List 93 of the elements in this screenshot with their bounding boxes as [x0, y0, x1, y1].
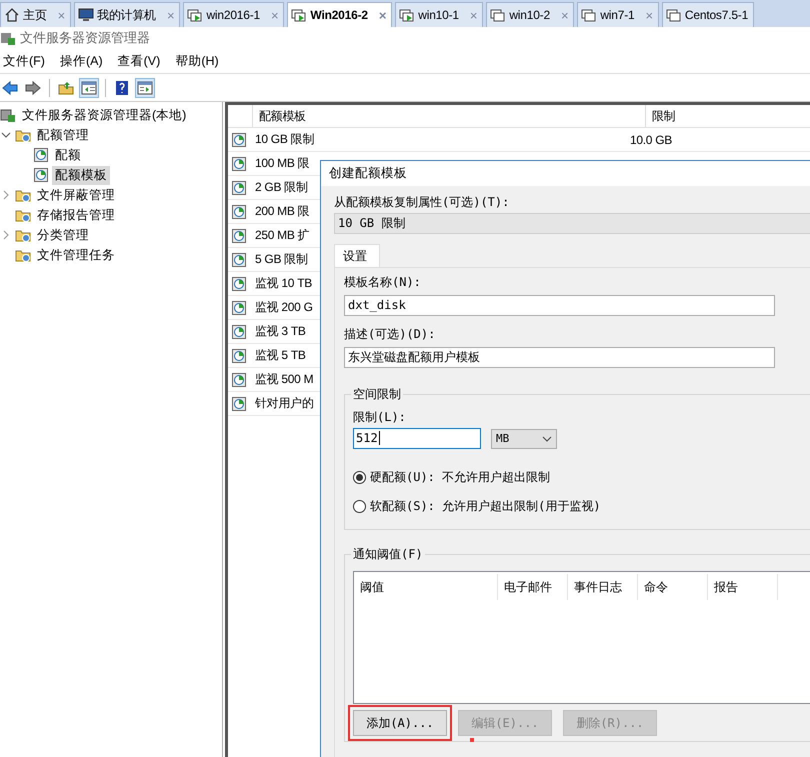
group-label: 空间限制 — [351, 386, 403, 403]
browser-tab[interactable]: win10-2 × — [486, 2, 574, 27]
browser-tab[interactable]: win2016-1 × — [183, 2, 284, 27]
tree-item[interactable]: 文件管理任务 — [34, 246, 118, 264]
radio-label: 软配额(S): 允许用户超出限制(用于监视) — [370, 498, 601, 515]
dialog-button[interactable]: 添加(A)... — [353, 710, 447, 736]
column-header[interactable]: 电子邮件 — [498, 574, 568, 600]
tree-item[interactable]: 配额管理 — [34, 126, 92, 144]
tree-item[interactable]: 分类管理 — [34, 226, 92, 244]
description-field[interactable]: 东兴堂磁盘配额用户模板 — [344, 347, 775, 368]
column-header[interactable]: 事件日志 — [568, 574, 638, 600]
help-icon — [114, 80, 130, 96]
quota-icon — [231, 156, 247, 172]
radio-label: 硬配额(U): 不允许用户超出限制 — [370, 469, 550, 486]
window-title: 文件服务器资源管理器 — [20, 29, 150, 47]
tree-item[interactable]: 配额模板 — [52, 166, 110, 184]
chevron-down-icon — [542, 434, 552, 442]
tree-item[interactable]: 存储报告管理 — [34, 206, 118, 224]
template-name: 100 MB 限 — [255, 155, 310, 172]
vm-play-icon — [187, 7, 204, 23]
browser-tab[interactable]: win7-1 × — [577, 2, 659, 27]
field-label: 描述(可选)(D): — [344, 326, 436, 343]
quota-icon — [231, 228, 247, 244]
template-name: 监视 10 TB — [255, 275, 312, 292]
browser-tab[interactable]: Centos7.5-1 — [662, 2, 754, 27]
field-label: 模板名称(N): — [344, 274, 422, 291]
folder-up-icon — [58, 80, 74, 96]
browser-tab[interactable]: win10-1 × — [395, 2, 484, 27]
menu-item[interactable]: 帮助(H) — [172, 52, 227, 70]
template-name: 监视 3 TB — [255, 323, 306, 340]
browser-tab[interactable]: Win2016-2 × — [287, 2, 392, 27]
radio-button[interactable] — [353, 471, 366, 484]
quota-icon — [231, 396, 247, 412]
quota-icon — [33, 167, 49, 183]
tree-item[interactable]: 文件屏蔽管理 — [34, 186, 118, 204]
radio-button[interactable] — [353, 500, 366, 513]
group-label: 通知阈值(F) — [351, 546, 425, 563]
quota-icon — [231, 276, 247, 292]
template-name: 200 MB 限 — [255, 203, 310, 220]
menu-item[interactable]: 操作(A) — [56, 52, 111, 70]
column-header[interactable]: 限制 — [645, 105, 810, 127]
menu-item[interactable]: 文件(F) — [0, 52, 53, 70]
toolbar-button[interactable] — [135, 78, 155, 98]
tree-item[interactable]: 配额 — [52, 146, 84, 164]
template-name: 5 GB 限制 — [255, 251, 308, 268]
column-header[interactable]: 命令 — [638, 574, 708, 600]
tree-item[interactable]: 文件服务器资源管理器(本地) — [19, 106, 190, 124]
column-header[interactable]: 报告 — [708, 574, 778, 600]
quota-icon — [33, 147, 49, 163]
column-header[interactable]: 配额模板 — [252, 105, 645, 127]
pane-icon — [137, 80, 153, 96]
field-label: 从配额模板复制属性(可选)(T): — [334, 194, 510, 211]
close-icon[interactable]: × — [378, 8, 386, 22]
home-icon — [4, 7, 20, 23]
toolbar-button[interactable] — [79, 78, 99, 98]
column-header[interactable]: 阈值 — [354, 574, 498, 600]
server-icon — [0, 107, 16, 123]
browser-tab[interactable]: 主页 × — [0, 2, 72, 27]
template-name: 10 GB 限制 — [255, 131, 314, 148]
vm-icon — [490, 7, 506, 23]
template-name: 2 GB 限制 — [255, 179, 308, 196]
field-label: 限制(L): — [353, 409, 407, 426]
limit-value: 10.0 GB — [629, 132, 672, 146]
quota-icon — [231, 300, 247, 316]
vm-play-icon — [291, 7, 308, 23]
menu-item[interactable]: 查看(V) — [114, 52, 168, 70]
forward-arrow-icon — [25, 80, 41, 96]
quota-icon — [231, 180, 247, 196]
template-name: 监视 5 TB — [255, 347, 306, 364]
quota-icon — [231, 204, 247, 220]
quota-icon — [231, 252, 247, 268]
pane-icon — [81, 80, 97, 96]
quota-icon — [231, 372, 247, 388]
template-name: 监视 500 M — [255, 371, 314, 388]
quota-icon — [231, 324, 247, 340]
name-field[interactable]: dxt_disk — [344, 295, 775, 316]
quota-icon — [231, 348, 247, 364]
dialog-title: 创建配额模板 — [321, 161, 810, 186]
back-arrow-icon — [2, 80, 18, 96]
template-name: 针对用户的 — [255, 395, 314, 412]
server-icon — [0, 30, 16, 46]
template-name: 监视 200 G — [255, 299, 313, 316]
limit-field[interactable]: 512 — [353, 428, 481, 449]
template-name: 250 MB 扩 — [255, 227, 310, 244]
unit-dropdown[interactable]: MB — [491, 428, 557, 448]
quota-icon — [231, 132, 247, 148]
template-dropdown[interactable]: 10 GB 限制 — [334, 213, 810, 234]
monitor-icon — [78, 7, 94, 23]
vm-play-icon — [399, 7, 416, 23]
tab[interactable]: 设置 — [334, 244, 380, 267]
browser-tab[interactable]: 我的计算机 × — [74, 2, 180, 27]
vm-icon — [666, 7, 682, 23]
vm-icon — [581, 7, 598, 23]
